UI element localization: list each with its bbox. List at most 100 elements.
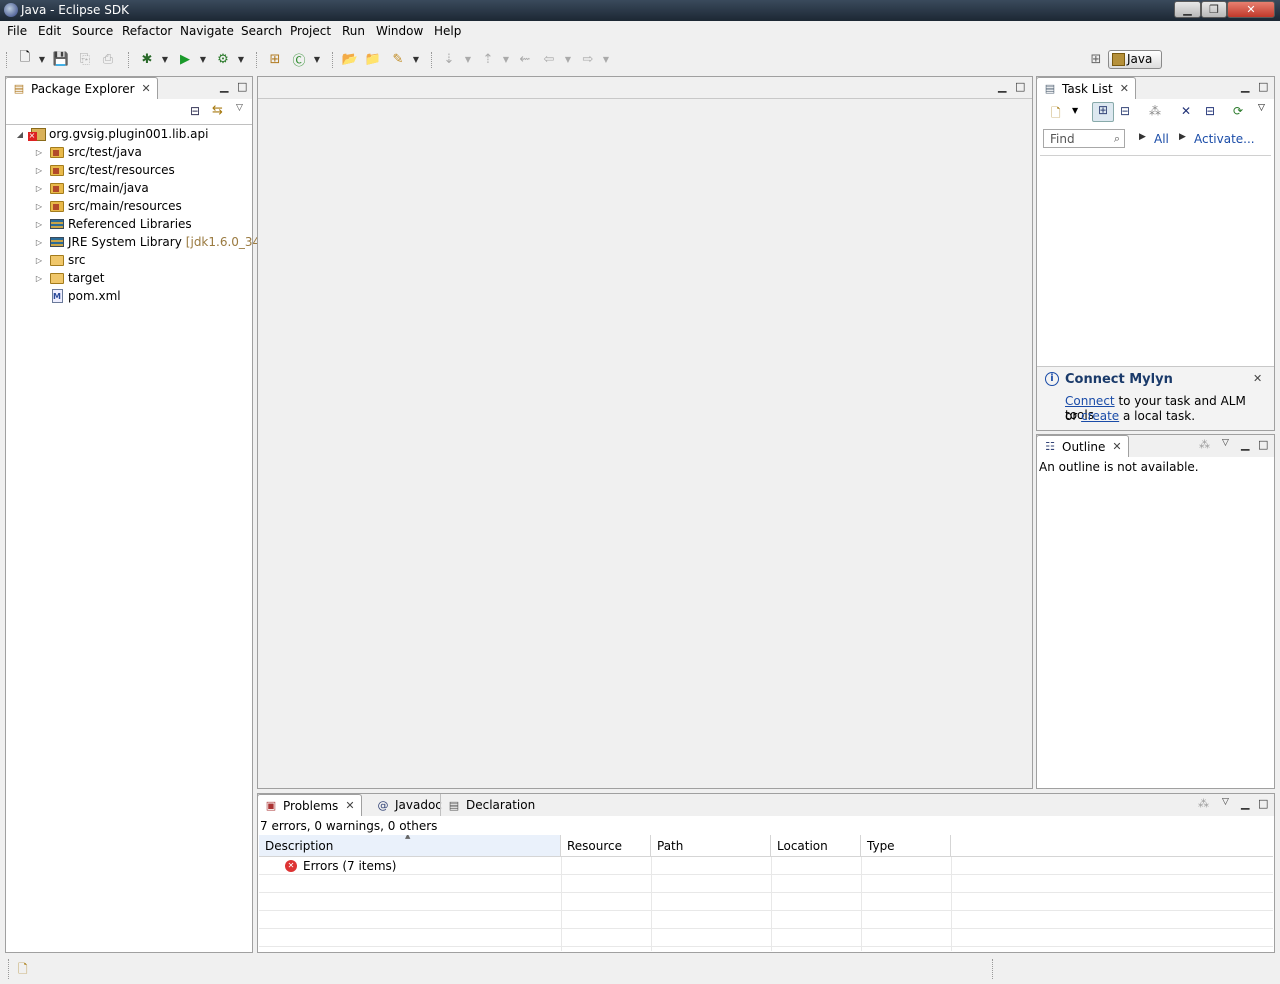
activate-task-link[interactable]: Activate...: [1194, 132, 1255, 146]
forward-dropdown-icon[interactable]: ▼: [601, 50, 611, 68]
tree-item[interactable]: ▷ src/test/java: [6, 143, 142, 161]
categorized-icon[interactable]: ⊞: [1092, 102, 1114, 122]
open-type-icon[interactable]: 📂: [341, 50, 359, 68]
run-dropdown-icon[interactable]: ▼: [198, 50, 208, 68]
connect-link[interactable]: Connect: [1065, 394, 1115, 408]
minimize-view-icon[interactable]: ▁: [1241, 438, 1249, 451]
maximize-view-icon[interactable]: □: [237, 80, 247, 93]
maximize-editor-icon[interactable]: □: [1015, 80, 1025, 93]
close-notice-icon[interactable]: ✕: [1253, 372, 1262, 385]
java-perspective-button[interactable]: Java: [1108, 50, 1162, 69]
tree-item[interactable]: ▷ JRE System Library [jdk1.6.0_34]: [6, 233, 265, 251]
external-tools-icon[interactable]: ⚙: [214, 50, 232, 68]
focus-icon[interactable]: ⁂: [1198, 797, 1209, 810]
debug-dropdown-icon[interactable]: ▼: [160, 50, 170, 68]
next-annotation-dropdown-icon[interactable]: ▼: [463, 50, 473, 68]
menu-edit[interactable]: Edit: [38, 24, 61, 38]
minimize-view-icon[interactable]: ▁: [220, 80, 228, 93]
tab-declaration[interactable]: ▤ Declaration: [440, 794, 541, 816]
tree-item[interactable]: ▷ src/main/java: [6, 179, 149, 197]
column-location[interactable]: Location: [771, 835, 861, 857]
search-icon[interactable]: ✎: [389, 50, 407, 68]
back-icon[interactable]: ⇦: [540, 50, 558, 68]
run-icon[interactable]: ▶: [176, 50, 194, 68]
tree-item[interactable]: Mpom.xml: [6, 287, 121, 305]
tab-outline[interactable]: ☷ Outline ✕: [1036, 435, 1129, 457]
menu-refactor[interactable]: Refactor: [122, 24, 172, 38]
forward-icon[interactable]: ⇨: [579, 50, 597, 68]
new-dropdown-icon[interactable]: ▼: [37, 50, 47, 68]
tree-item[interactable]: ▷ target: [6, 269, 105, 287]
tree-item[interactable]: ▷ Referenced Libraries: [6, 215, 192, 233]
synchronize-icon[interactable]: ⟳: [1233, 104, 1243, 118]
all-tasks-link[interactable]: All: [1154, 132, 1169, 146]
minimize-view-icon[interactable]: ▁: [1241, 80, 1249, 93]
previous-annotation-icon[interactable]: ⇡: [479, 50, 497, 68]
close-tab-icon[interactable]: ✕: [1112, 440, 1121, 453]
collapsed-twistie-icon[interactable]: ▷: [34, 184, 44, 193]
print-icon[interactable]: ⎙: [99, 50, 117, 68]
close-tab-icon[interactable]: ✕: [142, 82, 151, 95]
back-dropdown-icon[interactable]: ▼: [563, 50, 573, 68]
tree-item[interactable]: ▷ src: [6, 251, 86, 269]
new-java-package-icon[interactable]: ⊞: [266, 50, 284, 68]
view-menu-icon[interactable]: ▽: [1222, 797, 1229, 807]
menu-project[interactable]: Project: [290, 24, 331, 38]
save-all-icon[interactable]: ⎘: [76, 50, 94, 68]
expanded-twistie-icon[interactable]: ◢: [15, 130, 25, 139]
collapsed-twistie-icon[interactable]: ▷: [34, 238, 44, 247]
tab-task-list[interactable]: ▤ Task List ✕: [1036, 77, 1136, 99]
collapse-all-icon[interactable]: ⊟: [190, 104, 200, 118]
debug-icon[interactable]: ✱: [138, 50, 156, 68]
table-row[interactable]: ✕ Errors (7 items): [259, 857, 1273, 875]
collapsed-twistie-icon[interactable]: ▷: [34, 166, 44, 175]
column-description[interactable]: Description ▲: [259, 835, 561, 857]
maximize-view-icon[interactable]: □: [1258, 797, 1268, 810]
collapsed-twistie-icon[interactable]: ▷: [34, 202, 44, 211]
tree-item[interactable]: ▷ src/test/resources: [6, 161, 175, 179]
view-menu-icon[interactable]: ▽: [1258, 103, 1265, 113]
menu-window[interactable]: Window: [376, 24, 423, 38]
new-task-dropdown-icon[interactable]: ▼: [1072, 106, 1078, 115]
collapsed-twistie-icon[interactable]: ▷: [34, 256, 44, 265]
view-menu-icon[interactable]: ▽: [236, 103, 243, 113]
create-link[interactable]: create: [1081, 409, 1119, 423]
column-type[interactable]: Type: [861, 835, 951, 857]
open-perspective-icon[interactable]: ⊞: [1087, 50, 1105, 68]
new-class-dropdown-icon[interactable]: ▼: [312, 50, 322, 68]
new-java-class-icon[interactable]: Ⓒ: [290, 50, 308, 69]
menu-run[interactable]: Run: [342, 24, 365, 38]
minimize-view-icon[interactable]: ▁: [1241, 797, 1249, 810]
maximize-view-icon[interactable]: □: [1258, 80, 1268, 93]
close-tab-icon[interactable]: ✕: [345, 799, 354, 812]
collapsed-twistie-icon[interactable]: ▷: [34, 220, 44, 229]
menu-source[interactable]: Source: [72, 24, 113, 38]
new-task-icon[interactable]: 🗋: [1051, 104, 1061, 125]
next-annotation-icon[interactable]: ⇣: [440, 50, 458, 68]
previous-annotation-dropdown-icon[interactable]: ▼: [501, 50, 511, 68]
collapse-all-icon[interactable]: ⊟: [1205, 104, 1215, 118]
fast-view-icon[interactable]: 🗋: [18, 960, 28, 981]
focus-icon[interactable]: ⁂: [1199, 438, 1210, 451]
collapsed-twistie-icon[interactable]: ▷: [34, 274, 44, 283]
minimize-editor-icon[interactable]: ▁: [998, 80, 1006, 93]
menu-help[interactable]: Help: [434, 24, 461, 38]
menu-search[interactable]: Search: [241, 24, 282, 38]
open-task-icon[interactable]: 📁: [364, 50, 382, 68]
menu-file[interactable]: File: [7, 24, 27, 38]
collapsed-twistie-icon[interactable]: ▷: [34, 148, 44, 157]
tab-package-explorer[interactable]: ▤ Package Explorer ✕: [5, 77, 158, 99]
last-edit-location-icon[interactable]: ⇜: [516, 50, 534, 68]
save-icon[interactable]: 💾: [52, 50, 70, 68]
menu-navigate[interactable]: Navigate: [180, 24, 234, 38]
tab-javadoc[interactable]: @ Javadoc: [370, 794, 448, 816]
tree-item[interactable]: ◢ org.gvsig.plugin001.lib.api: [6, 125, 209, 143]
search-dropdown-icon[interactable]: ▼: [411, 50, 421, 68]
minimize-button[interactable]: ▁: [1174, 1, 1201, 18]
column-resource[interactable]: Resource: [561, 835, 651, 857]
scheduled-icon[interactable]: ⊟: [1120, 104, 1130, 118]
hide-completed-icon[interactable]: ✕: [1181, 104, 1191, 118]
tree-item[interactable]: ▷ src/main/resources: [6, 197, 182, 215]
close-tab-icon[interactable]: ✕: [1120, 82, 1129, 95]
close-button[interactable]: ✕: [1227, 1, 1275, 18]
